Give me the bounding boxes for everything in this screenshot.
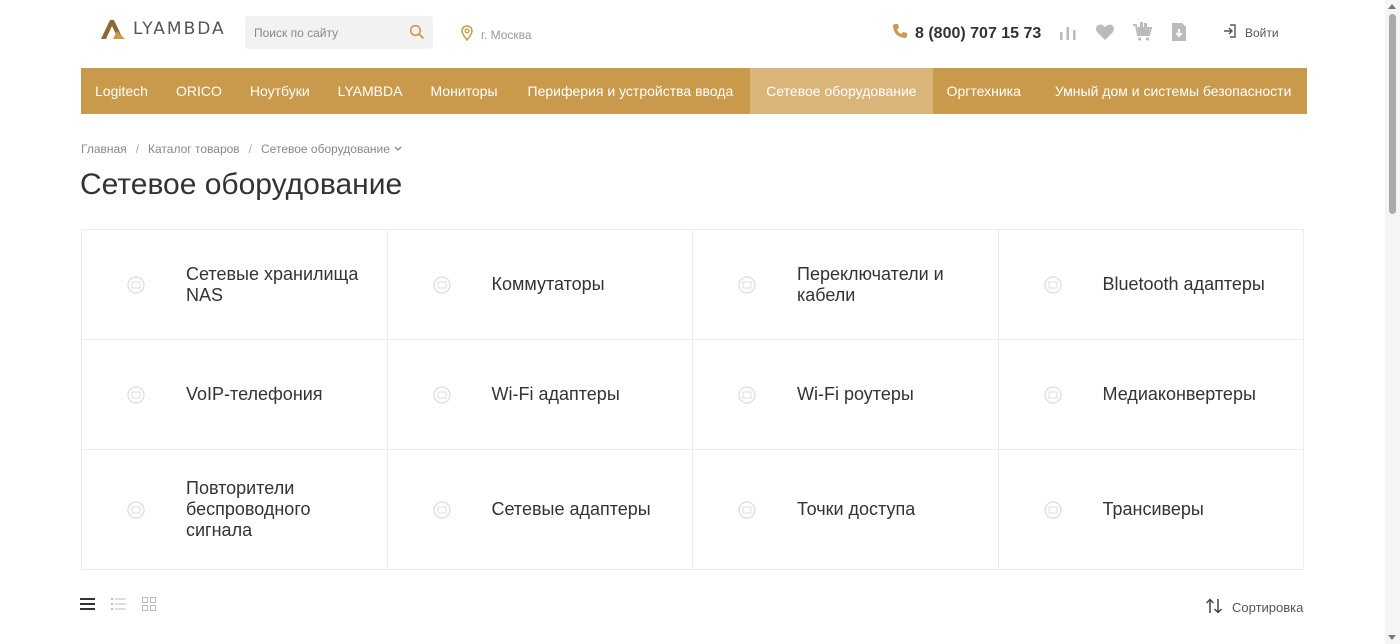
category-card[interactable]: Повторители беспроводного сигнала [82, 450, 388, 570]
sort-label: Сортировка [1232, 600, 1304, 615]
detailed-list-view-icon[interactable] [111, 597, 126, 616]
category-label: Сетевые адаптеры [491, 499, 651, 519]
city-selector[interactable]: г. Москва [460, 25, 532, 44]
phone-icon [892, 23, 908, 44]
category-label: Повторители беспроводного сигнала [186, 478, 311, 540]
category-label: Коммутаторы [491, 274, 605, 294]
category-card[interactable]: Wi-Fi адаптеры [387, 340, 693, 450]
scroll-up-arrow-icon[interactable] [1388, 4, 1396, 9]
search-icon[interactable] [409, 24, 425, 45]
nav-item-peripherals[interactable]: Периферия и устройства ввода [514, 68, 751, 114]
image-placeholder-icon [432, 385, 451, 404]
page-scrollbar[interactable] [1385, 0, 1400, 644]
nav-item-smart-home[interactable]: Умный дом и системы безопасности [1041, 68, 1310, 114]
breadcrumb-separator: / [248, 142, 253, 156]
category-card[interactable]: Wi-Fi роутеры [693, 340, 999, 450]
nav-item-office-equipment[interactable]: Оргтехника [933, 68, 1041, 114]
phone-number: 8 (800) 707 15 73 [915, 24, 1042, 42]
city-label: г. Москва [481, 27, 532, 42]
category-label: Wi-Fi роутеры [797, 384, 914, 404]
category-label: Трансиверы [1102, 499, 1204, 519]
view-toggle [80, 597, 156, 616]
image-placeholder-icon [738, 500, 756, 519]
category-card[interactable]: Bluetooth адаптеры [998, 230, 1304, 340]
search-box [245, 16, 433, 49]
login-label: Войти [1245, 25, 1279, 40]
phone-link[interactable]: 8 (800) 707 15 73 [892, 23, 1041, 44]
image-placeholder-icon [432, 500, 451, 519]
image-placeholder-icon [1043, 275, 1062, 294]
image-placeholder-icon [738, 275, 756, 294]
header-actions [1058, 22, 1189, 42]
category-card[interactable]: Переключатели и кабели [693, 230, 999, 340]
login-icon [1223, 24, 1237, 41]
nav-item-monitors[interactable]: Мониторы [416, 68, 513, 114]
list-view-icon[interactable] [80, 597, 95, 616]
sort-arrows-icon [1205, 598, 1223, 617]
page-title: Сетевое оборудование [80, 168, 403, 201]
category-card[interactable]: Сетевые адаптеры [387, 450, 693, 570]
category-label: Медиаконвертеры [1102, 384, 1256, 404]
nav-item-logitech[interactable]: Logitech [81, 68, 162, 114]
category-label: Сетевые хранилища NAS [186, 263, 359, 305]
scrollbar-thumb[interactable] [1389, 14, 1396, 214]
nav-item-lyambda[interactable]: LYAMBDA [324, 68, 417, 114]
category-card[interactable]: Коммутаторы [387, 230, 693, 340]
site-header: LYAMBDA г. Москва 8 (800) 707 15 73 [0, 0, 1385, 68]
breadcrumb-catalog[interactable]: Каталог товаров [148, 142, 240, 156]
image-placeholder-icon [738, 385, 756, 404]
breadcrumb-current-label: Сетевое оборудование [261, 142, 390, 156]
nav-item-network-equipment[interactable]: Сетевое оборудование [750, 68, 933, 114]
breadcrumb: Главная / Каталог товаров / Сетевое обор… [81, 142, 402, 156]
category-card[interactable]: VoIP-телефония [82, 340, 388, 450]
category-card[interactable]: Трансиверы [998, 450, 1304, 570]
image-placeholder-icon [1043, 385, 1062, 404]
nav-more-button[interactable]: ··· [1309, 68, 1359, 114]
favorites-heart-icon[interactable] [1095, 22, 1115, 42]
grid-view-icon[interactable] [142, 597, 156, 616]
image-placeholder-icon [127, 385, 145, 404]
logo-text: LYAMBDA [133, 19, 226, 39]
search-input[interactable] [245, 16, 395, 49]
price-list-download-icon[interactable] [1169, 22, 1189, 42]
main-nav: Logitech ORICO Ноутбуки LYAMBDA Мониторы… [81, 68, 1341, 114]
breadcrumb-separator: / [135, 142, 140, 156]
cart-icon[interactable] [1132, 22, 1152, 42]
location-pin-icon [460, 25, 474, 44]
breadcrumb-current[interactable]: Сетевое оборудование [261, 142, 402, 156]
scroll-down-arrow-icon[interactable] [1388, 635, 1396, 640]
login-link[interactable]: Войти [1223, 24, 1279, 41]
category-label: Точки доступа [797, 499, 916, 519]
category-grid: Сетевые хранилища NAS Коммутаторы Перекл… [81, 229, 1304, 570]
category-card[interactable]: Точки доступа [693, 450, 999, 570]
category-label: Wi-Fi адаптеры [491, 384, 620, 404]
image-placeholder-icon [127, 500, 145, 519]
image-placeholder-icon [432, 275, 451, 294]
nav-item-orico[interactable]: ORICO [162, 68, 236, 114]
nav-item-laptops[interactable]: Ноутбуки [236, 68, 324, 114]
image-placeholder-icon [127, 275, 145, 294]
category-label: VoIP-телефония [186, 384, 323, 404]
compare-icon[interactable] [1058, 22, 1078, 42]
sort-button[interactable]: Сортировка [1205, 598, 1303, 617]
category-card[interactable]: Медиаконвертеры [998, 340, 1304, 450]
image-placeholder-icon [1043, 500, 1062, 519]
category-label: Переключатели и кабели [797, 263, 944, 305]
category-label: Bluetooth адаптеры [1102, 274, 1265, 294]
chevron-down-icon [394, 146, 402, 151]
logo[interactable]: LYAMBDA [99, 17, 226, 41]
logo-icon [101, 20, 125, 39]
breadcrumb-home[interactable]: Главная [81, 142, 127, 156]
category-card[interactable]: Сетевые хранилища NAS [82, 230, 388, 340]
